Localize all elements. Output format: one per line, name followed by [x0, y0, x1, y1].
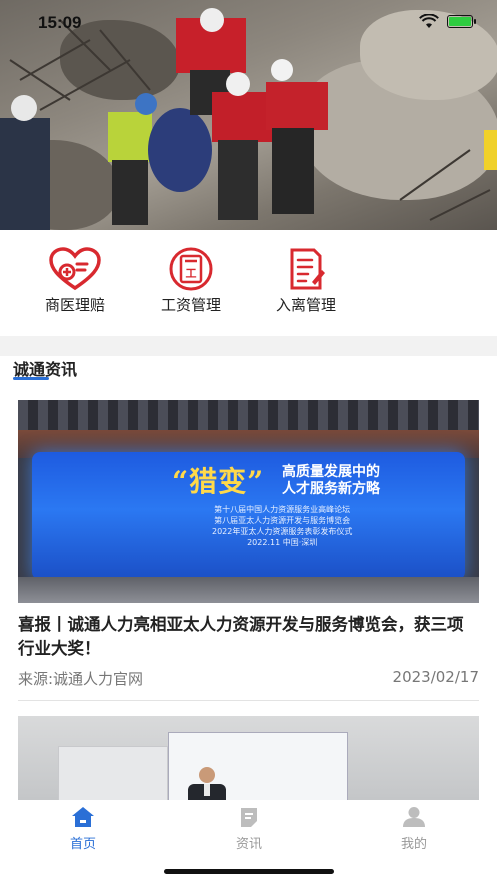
tab-profile[interactable]: 我的	[354, 806, 474, 852]
menu-label-onboarding: 入离管理	[275, 296, 336, 314]
news-date: 2023/02/17	[392, 668, 479, 686]
tab-home[interactable]: 首页	[23, 806, 143, 852]
quick-menu: 商医理赔 工 工资管理 入离管理	[0, 230, 497, 336]
menu-label-salary-management: 工资管理	[160, 296, 221, 314]
tab-news[interactable]: 资讯	[189, 806, 309, 852]
home-icon	[72, 807, 94, 827]
salary-document-icon: 工	[169, 247, 213, 291]
status-time: 15:09	[38, 13, 82, 32]
news-image-expo[interactable]: “猎变” 高质量发展中的 人才服务新方略 第十八届中国人力资源服务业高峰论坛 第…	[18, 400, 479, 603]
speaker-figure	[188, 767, 226, 800]
news-image-event-lines: 第十八届中国人力资源服务业高峰论坛 第八届亚太人力资源开发与服务博览会 2022…	[212, 505, 353, 547]
menu-item-onboarding[interactable]: 入离管理	[251, 246, 361, 315]
wifi-icon	[419, 14, 439, 28]
svg-text:工: 工	[186, 267, 197, 280]
section-divider	[0, 336, 497, 356]
news-image-headline: “猎变”	[172, 465, 265, 498]
news-source: 来源:诚通人力官网	[18, 670, 144, 688]
menu-label-medical-claims: 商医理赔	[44, 296, 105, 314]
tab-label-news: 资讯	[235, 837, 262, 852]
battery-icon	[447, 15, 476, 28]
news-image-headline-right: 高质量发展中的 人才服务新方略	[282, 464, 380, 497]
menu-item-salary-management[interactable]: 工 工资管理	[136, 246, 246, 315]
onboarding-document-icon	[290, 248, 325, 290]
heart-medical-icon	[49, 247, 101, 291]
menu-item-medical-claims[interactable]: 商医理赔	[20, 246, 130, 315]
news-image-training[interactable]	[18, 716, 479, 800]
status-bar: 15:09	[0, 0, 497, 46]
tab-label-home: 首页	[69, 837, 96, 852]
home-indicator	[164, 869, 334, 874]
profile-icon	[403, 807, 425, 827]
tab-label-profile: 我的	[400, 837, 427, 852]
news-icon	[241, 808, 257, 827]
news-title[interactable]: 喜报丨诚通人力亮相亚太人力资源开发与服务博览会，获三项行业大奖！	[18, 613, 479, 661]
section-title-underline	[13, 377, 49, 380]
app-screen: 15:09 商医理赔 工 工资管理 入离管理 诚通资讯 “猎变” 高质量发展中的…	[0, 0, 497, 883]
news-separator	[18, 700, 479, 701]
